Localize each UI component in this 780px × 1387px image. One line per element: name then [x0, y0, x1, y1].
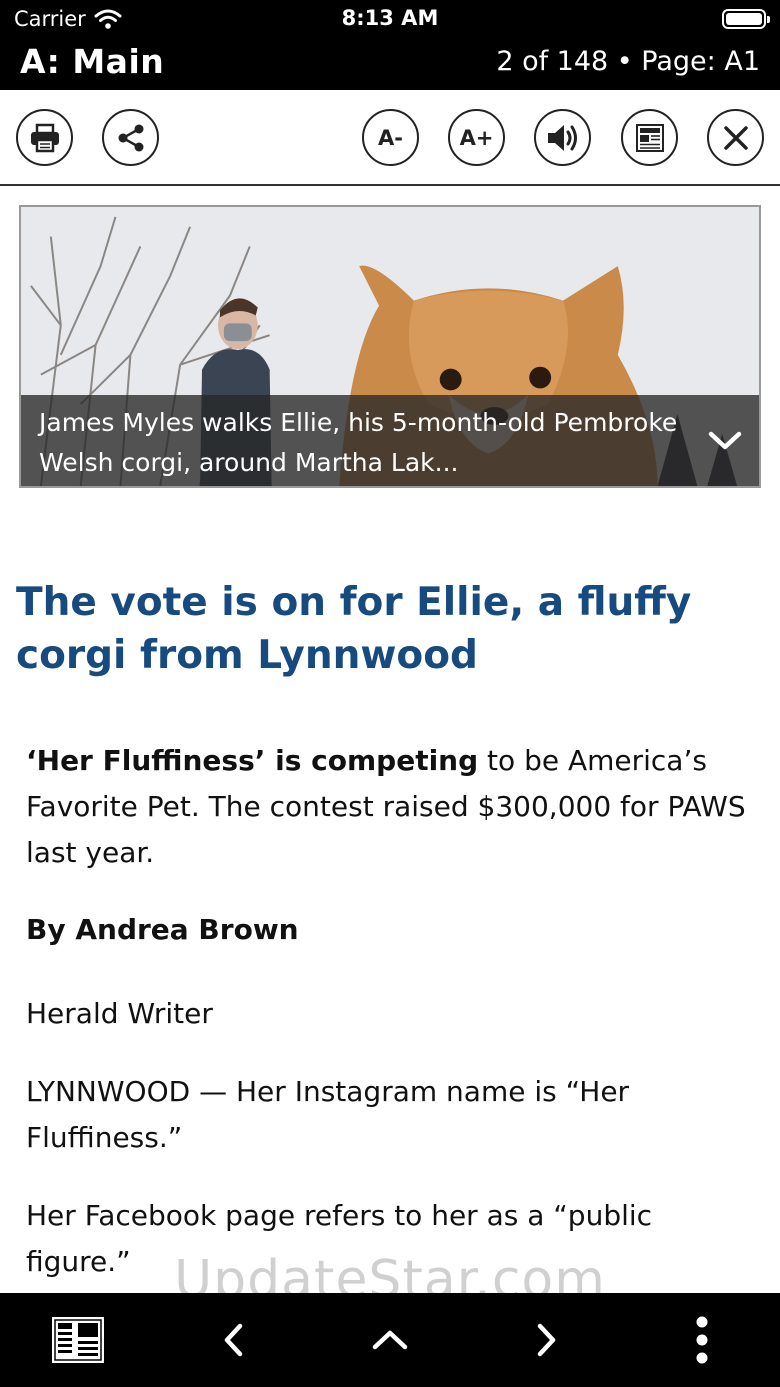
battery-icon: [722, 9, 770, 29]
speaker-icon: [547, 124, 577, 151]
article-paragraph: LYNNWOOD — Her Instagram name is “Her Fl…: [26, 1075, 630, 1154]
share-icon: [118, 124, 143, 151]
photo-caption: James Myles walks Ellie, his 5-month-old…: [39, 408, 678, 477]
bottom-nav-bar: [0, 1293, 780, 1387]
print-icon: [30, 123, 59, 152]
newspaper-icon: [635, 123, 664, 152]
chevron-up-icon: [372, 1330, 408, 1350]
chevron-down-icon[interactable]: [705, 423, 745, 457]
chevron-left-icon: [224, 1323, 243, 1357]
scroll-to-top-button[interactable]: [368, 1313, 412, 1367]
print-button[interactable]: [16, 109, 73, 166]
page-view-button[interactable]: [621, 109, 678, 166]
next-article-button[interactable]: [524, 1313, 568, 1367]
increase-font-button[interactable]: A+: [448, 109, 505, 166]
article-byline: By Andrea Brown: [26, 913, 299, 946]
previous-article-button[interactable]: [212, 1313, 256, 1367]
newspaper-pages-icon: [52, 1317, 104, 1363]
more-vertical-icon: [696, 1316, 708, 1364]
read-aloud-button[interactable]: [534, 109, 591, 166]
deck-bold-text: ‘Her Fluffiness’ is competing: [26, 744, 479, 777]
top-bar: Carrier 8:13 AM A: Main 2 of 148 • Page:…: [0, 0, 780, 90]
chevron-right-icon: [537, 1323, 556, 1357]
status-time: 8:13 AM: [341, 6, 439, 30]
close-icon: [723, 125, 748, 150]
more-options-button[interactable]: [682, 1313, 722, 1367]
article-paragraph: Herald Writer: [26, 997, 213, 1030]
increase-font-icon: A+: [459, 125, 494, 150]
close-button[interactable]: [707, 109, 764, 166]
decrease-font-button[interactable]: A-: [362, 109, 419, 166]
article-headline: The vote is on for Ellie, a fluffy corgi…: [16, 580, 692, 678]
page-indicator: 2 of 148 • Page: A1: [496, 46, 760, 77]
article-deck: ‘Her Fluffiness’ is competing to be Amer…: [26, 738, 756, 876]
article-toolbar: A- A+: [0, 90, 780, 186]
article-photo[interactable]: James Myles walks Ellie, his 5-month-old…: [19, 205, 761, 488]
photo-caption-bar: James Myles walks Ellie, his 5-month-old…: [21, 395, 759, 486]
decrease-font-icon: A-: [378, 125, 403, 150]
page-list-button[interactable]: [48, 1313, 108, 1367]
section-title: A: Main: [20, 42, 165, 81]
share-button[interactable]: [102, 109, 159, 166]
